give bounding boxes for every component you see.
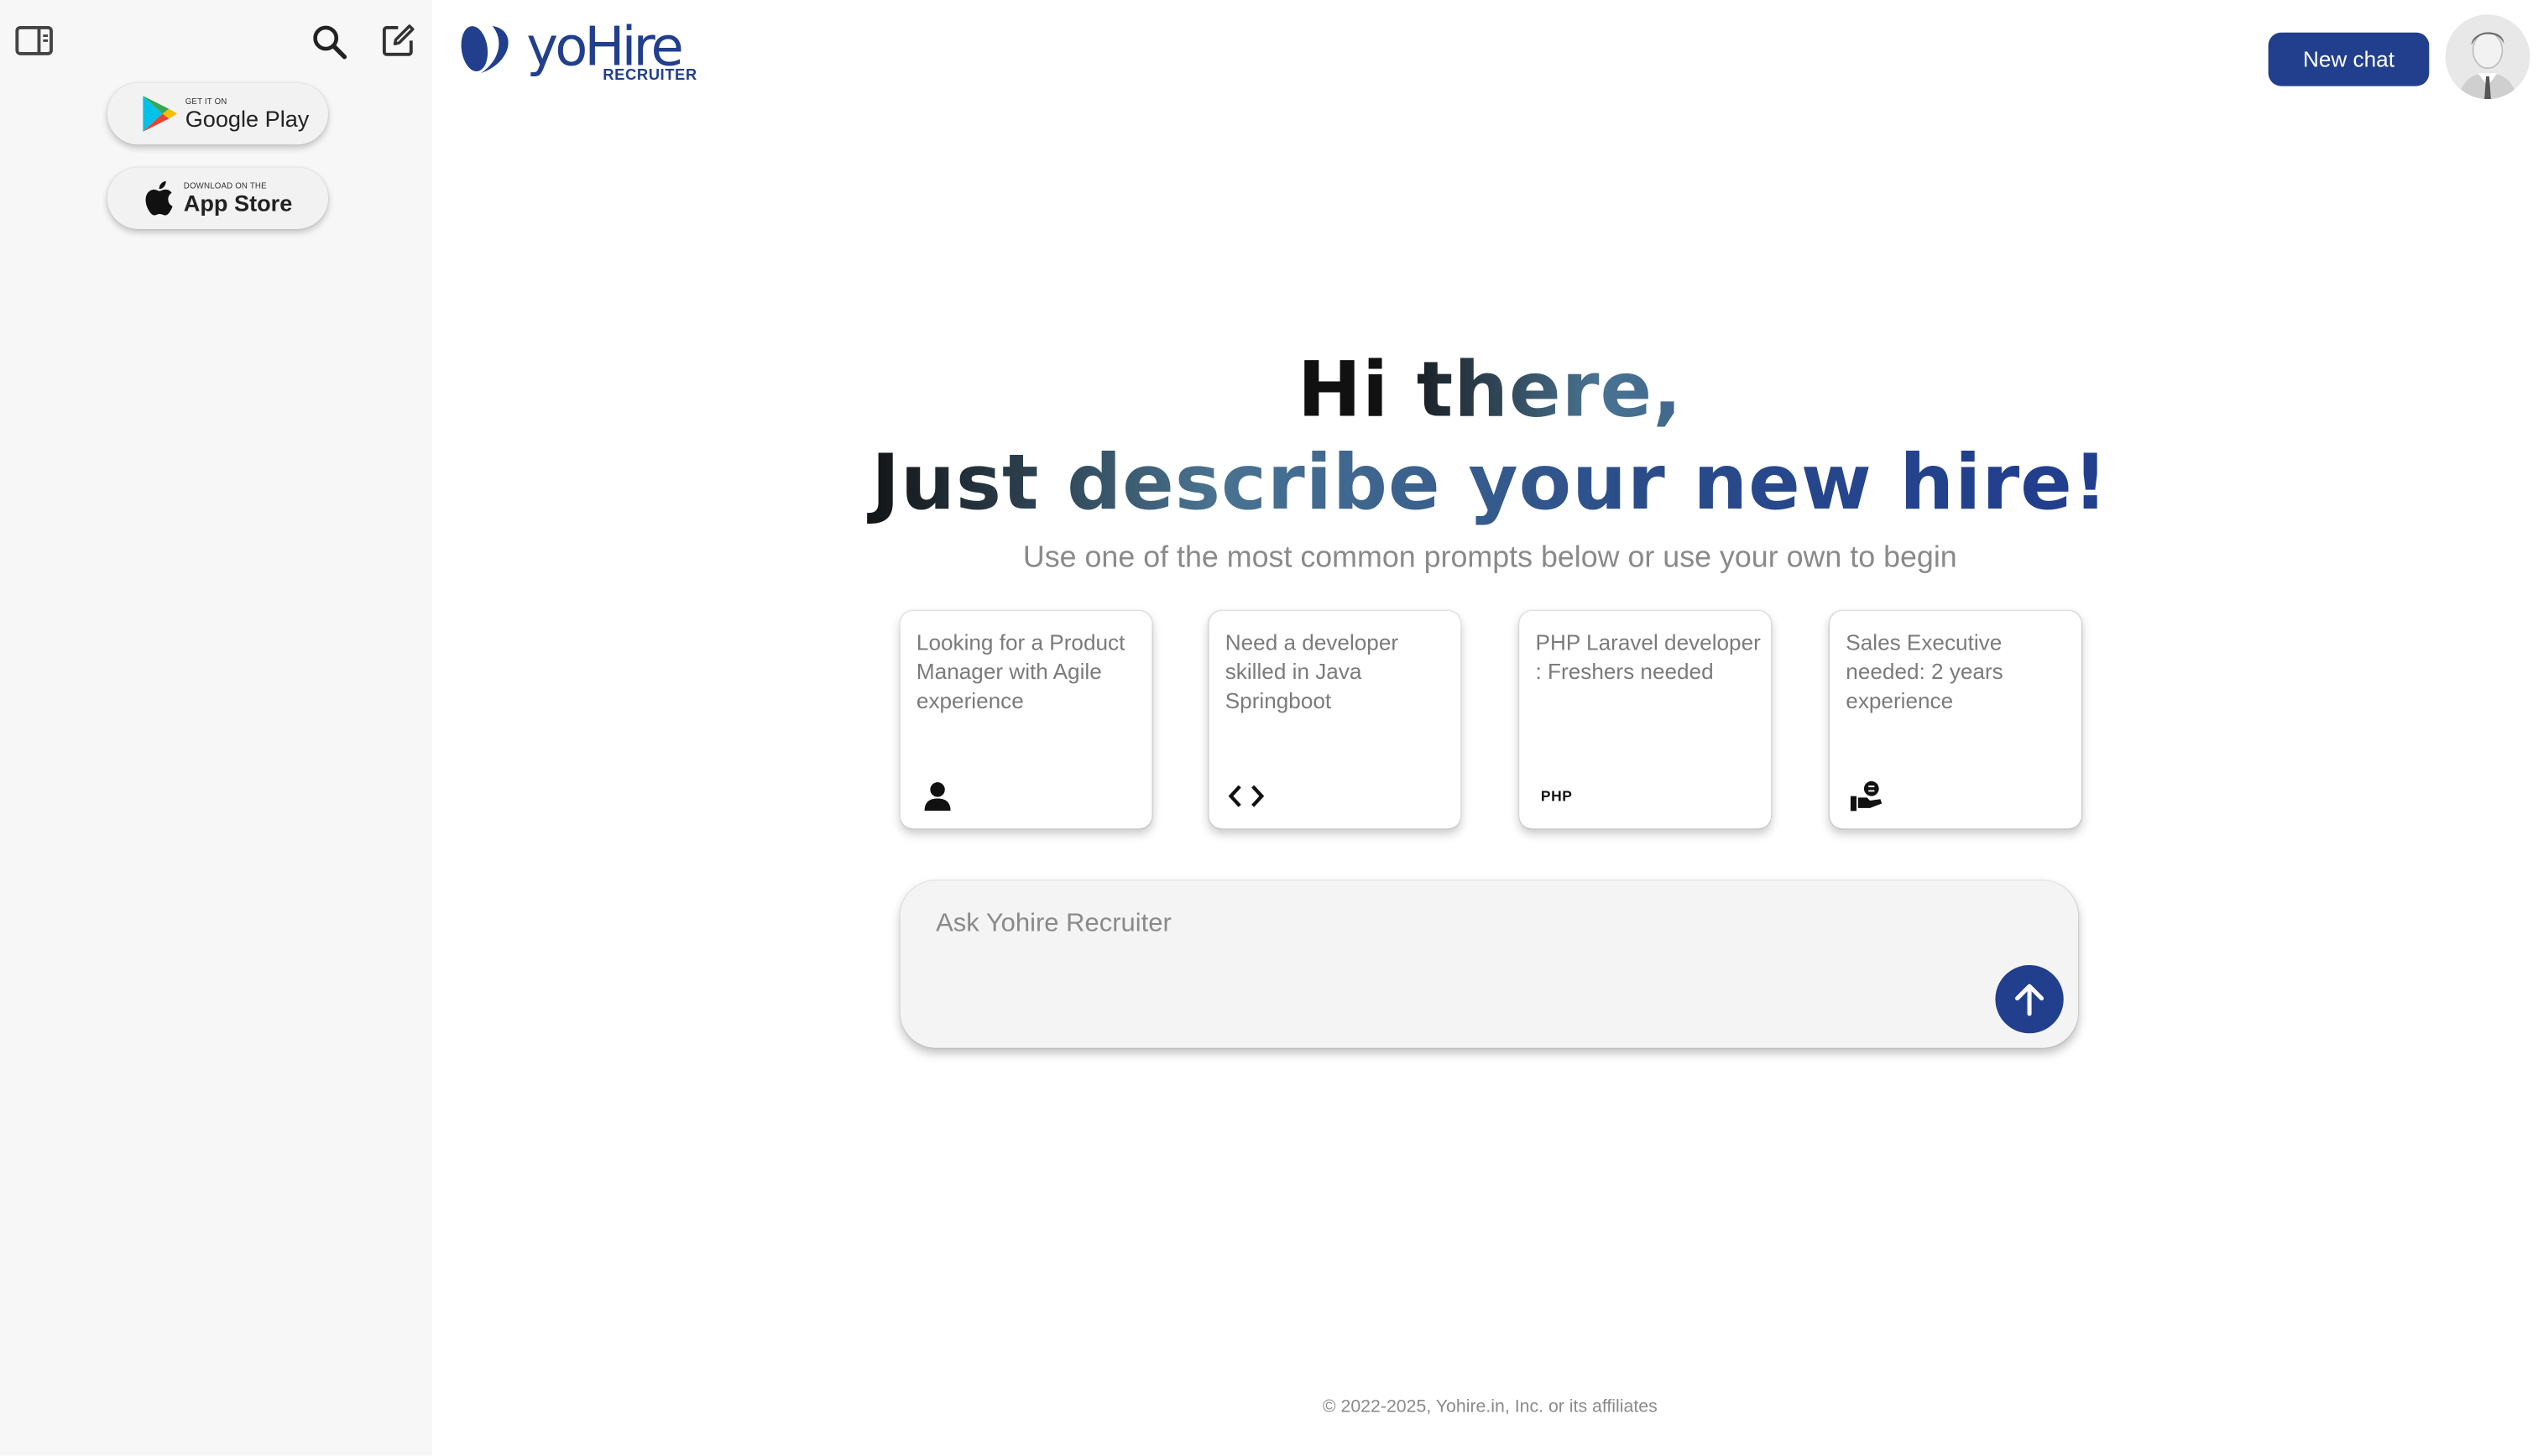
sidebar-toggle-icon [15,25,53,55]
prompt-input[interactable] [932,900,1980,949]
arrow-up-icon [2015,984,2044,1016]
avatar-icon [2445,14,2530,100]
person-icon [920,778,956,814]
prompt-card-text: Sales Executive needed: 2 years experien… [1846,630,2003,713]
prompt-card-text: Looking for a Product Manager with Agile… [916,630,1125,713]
search-button[interactable] [311,23,349,61]
toggle-sidebar-button[interactable] [14,23,53,59]
app-store-text: DOWNLOAD ON THE App Store [184,182,293,215]
sales-hand-icon [1849,778,1885,814]
footer-copyright: © 2022-2025, Yohire.in, Inc. or its affi… [1322,1396,1658,1417]
user-avatar[interactable] [2445,14,2530,100]
code-icon [1228,778,1265,814]
greeting-line-1: Hi there, [432,344,2538,438]
new-chat-button[interactable]: New chat [2268,32,2430,86]
search-icon [313,25,347,60]
prompt-box [900,880,2079,1048]
google-play-text: GET IT ON Google Play [185,97,310,130]
prompt-subtitle: Use one of the most common prompts below… [1022,539,1957,574]
compose-icon [382,24,415,56]
prompt-card-product-manager[interactable]: Looking for a Product Manager with Agile… [900,610,1152,829]
google-play-icon [143,96,178,132]
prompt-card-text: Need a developer skilled in Java Springb… [1225,630,1399,713]
app-page: GET IT ON Google Play DOWNLOAD ON THE Ap… [0,0,2538,1456]
app-store-badge[interactable]: DOWNLOAD ON THE App Store [107,167,329,229]
sidebar: GET IT ON Google Play DOWNLOAD ON THE Ap… [0,0,432,1456]
send-button[interactable] [1995,964,2064,1034]
app-store-label: App Store [183,190,293,217]
google-play-badge[interactable]: GET IT ON Google Play [107,82,329,145]
yohire-logo[interactable]: yoHire RECRUITER [458,18,697,85]
yohire-logo-mark-icon [461,25,509,74]
prompt-card-text: PHP Laravel developer : Freshers needed [1535,630,1761,684]
google-play-label: Google Play [185,105,310,132]
logo-subtitle: RECRUITER [603,66,697,85]
apple-icon [145,180,173,216]
php-icon: PHP [1538,778,1574,814]
prompt-card-java-developer[interactable]: Need a developer skilled in Java Springb… [1209,610,1461,829]
prompt-card-sales-executive[interactable]: Sales Executive needed: 2 years experien… [1829,610,2082,829]
compose-button[interactable] [379,21,417,60]
php-icon-label: PHP [1540,787,1573,805]
prompt-card-php-laravel[interactable]: PHP Laravel developer : Freshers needed … [1519,610,1772,829]
greeting-line-2: Just describe your new hire! [432,437,2538,531]
